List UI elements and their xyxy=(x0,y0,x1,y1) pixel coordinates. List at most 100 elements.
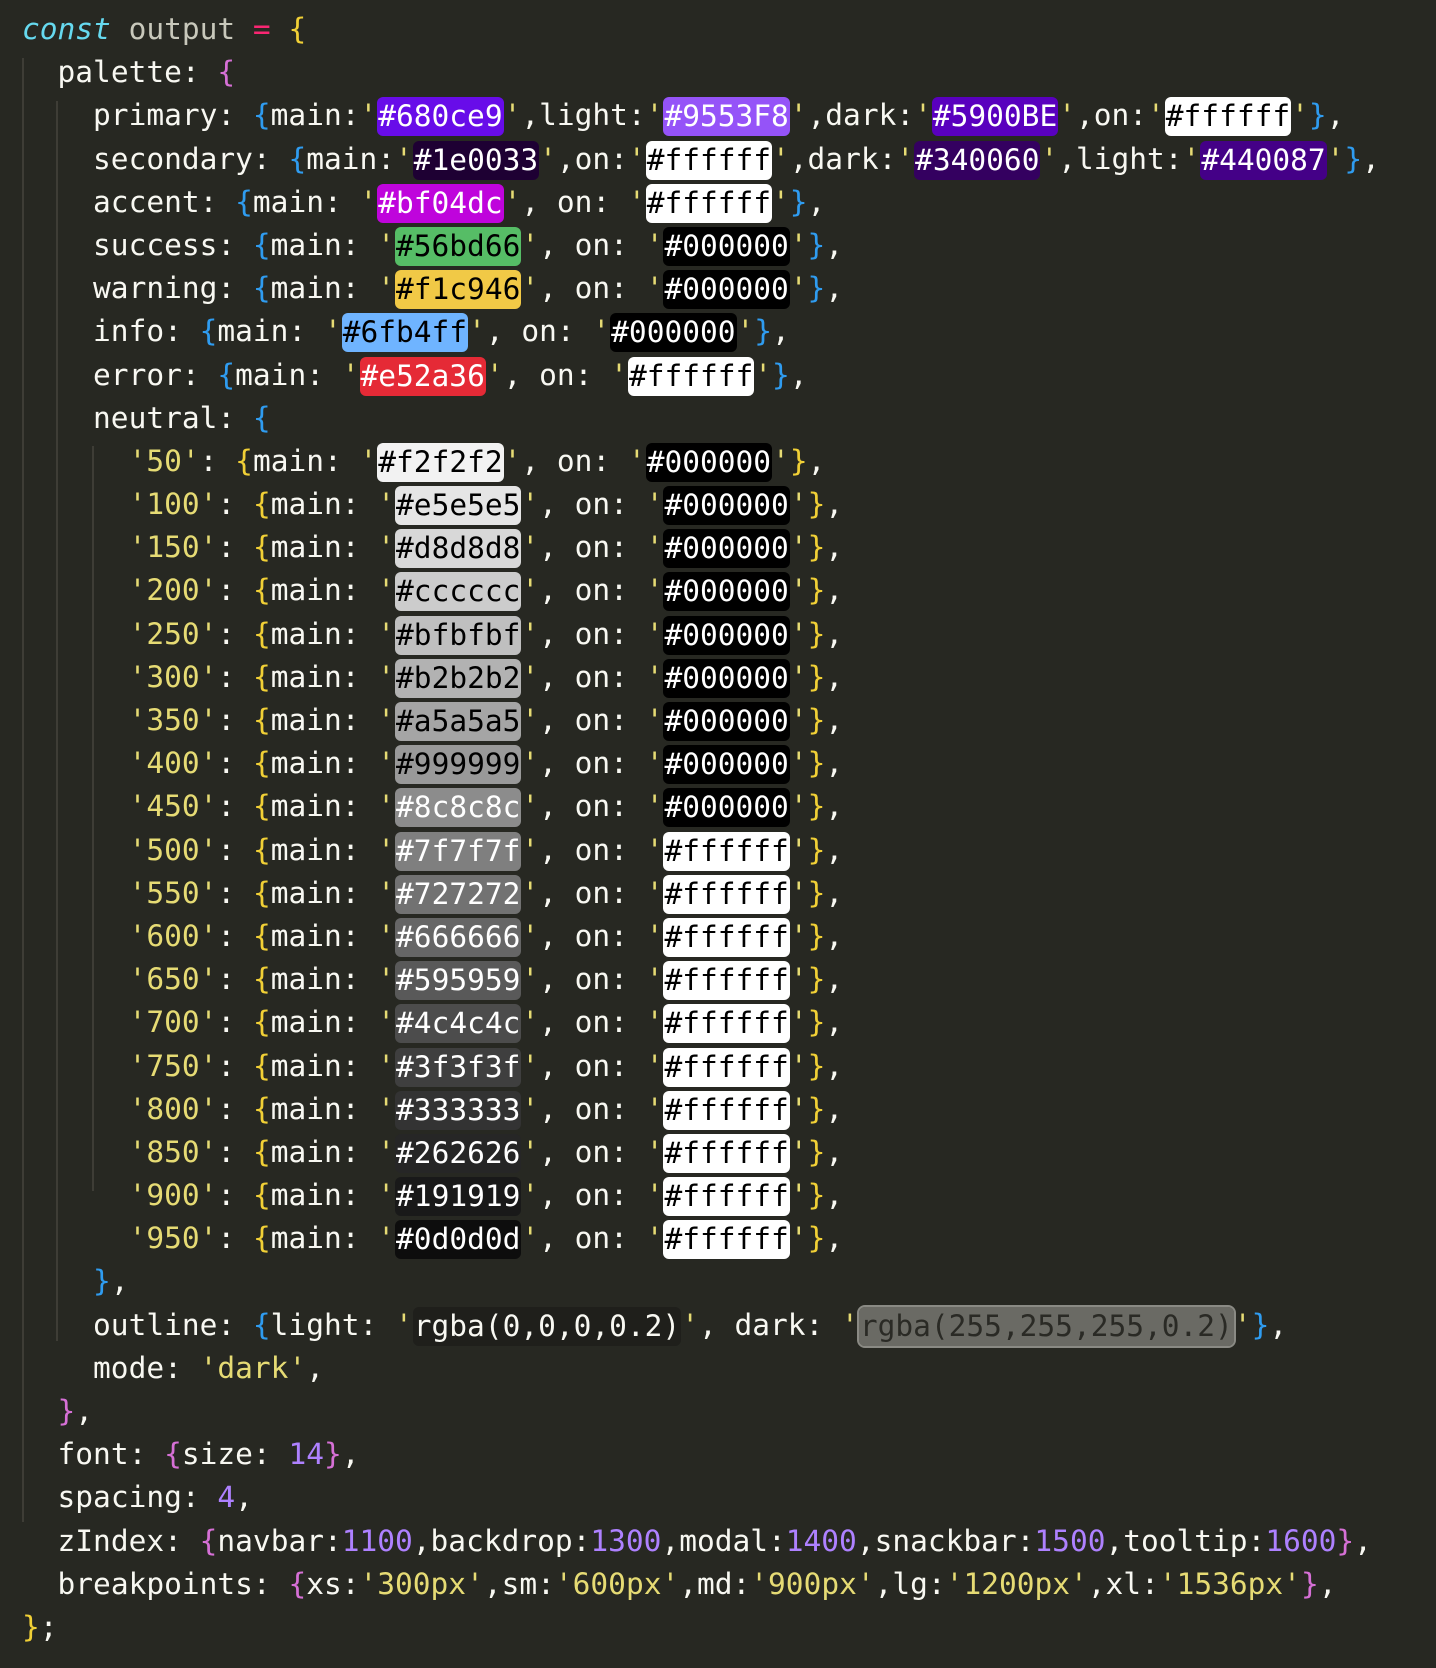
code-line: accent: {main: '#bf04dc', on: '#ffffff'}… xyxy=(22,181,1436,224)
code-token: , xyxy=(825,1178,844,1213)
code-token: ' xyxy=(377,487,396,522)
code-token: main: xyxy=(270,875,378,910)
code-token: { xyxy=(252,1307,271,1342)
code-token: } xyxy=(807,703,826,737)
color-swatch: #000000 xyxy=(663,788,790,828)
code-token: main: xyxy=(270,1005,378,1040)
code-token: ' xyxy=(377,1221,396,1256)
code-token: , xyxy=(825,659,844,694)
code-token: ,on: xyxy=(556,141,628,176)
code-token: ,modal: xyxy=(661,1523,786,1558)
code-token: , xyxy=(825,1221,844,1256)
code-token: ' xyxy=(377,271,396,306)
code-editor[interactable]: const output = { palette: { primary: {ma… xyxy=(22,8,1436,1668)
code-token: { xyxy=(252,487,271,522)
code-token: ' xyxy=(181,443,200,478)
code-token: { xyxy=(199,1523,218,1558)
zindex-value: 1100 xyxy=(341,1523,413,1558)
code-token: } xyxy=(807,1134,826,1169)
code-token: ' xyxy=(199,962,218,997)
code-token: ' xyxy=(1147,98,1165,133)
code-token: ' xyxy=(914,98,932,133)
color-swatch: #a5a5a5 xyxy=(395,702,522,741)
code-token: { xyxy=(252,918,271,953)
code-token: : xyxy=(217,616,253,651)
code-token: main: xyxy=(217,314,324,349)
code-token: main: xyxy=(270,227,378,262)
code-token: , xyxy=(1354,1523,1372,1558)
code-token: } xyxy=(807,1091,826,1126)
code-token: ' xyxy=(128,530,147,565)
code-token: , on: xyxy=(539,616,646,651)
code-token: { xyxy=(252,227,271,262)
code-line: warning: {main: '#f1c946', on: '#000000'… xyxy=(22,267,1436,310)
code-token: , xyxy=(235,1480,253,1515)
code-token: ' xyxy=(377,227,396,262)
code-token: ' xyxy=(521,530,540,565)
code-token: : xyxy=(217,703,253,737)
color-swatch: #727272 xyxy=(395,874,522,914)
code-token: ' xyxy=(377,1048,396,1083)
code-token: ' xyxy=(789,271,808,306)
code-token: } xyxy=(807,746,826,781)
code-token: , on: xyxy=(539,1134,646,1169)
code-token: : xyxy=(217,1178,253,1213)
code-token: , on: xyxy=(503,357,611,392)
code-token: : xyxy=(217,98,253,133)
code-token: ' xyxy=(128,1134,147,1169)
code-token: ,md: xyxy=(679,1566,751,1601)
code-token: main: xyxy=(270,918,378,953)
code-token: ' xyxy=(199,789,218,824)
code-token: , xyxy=(825,1091,844,1126)
code-token: { xyxy=(252,832,271,867)
code-token: ' xyxy=(521,703,540,737)
code-token: ' xyxy=(128,918,147,953)
code-token: , on: xyxy=(539,918,646,953)
code-token: : xyxy=(199,184,236,219)
code-token: main: xyxy=(270,746,378,781)
code-token: : xyxy=(217,271,253,306)
code-token: ,tooltip: xyxy=(1105,1523,1266,1558)
code-token: main: xyxy=(235,357,342,392)
code-token: , xyxy=(825,789,844,824)
code-token: ' xyxy=(789,1221,808,1256)
code-token: ' xyxy=(359,184,378,219)
code-line: '200': {main: '#cccccc', on: '#000000'}, xyxy=(22,569,1436,612)
code-token: } xyxy=(323,1437,342,1472)
zindex-value: 1500 xyxy=(1034,1523,1106,1558)
code-token: , xyxy=(825,1048,844,1083)
color-swatch: #440087 xyxy=(1200,140,1327,180)
code-token: } xyxy=(789,443,808,478)
code-token: ' xyxy=(645,1178,664,1213)
code-line: '450': {main: '#8c8c8c', on: '#000000'}, xyxy=(22,785,1436,828)
code-token: } xyxy=(807,789,826,824)
code-token: } xyxy=(807,573,826,608)
code-token: ' xyxy=(645,789,664,824)
code-token: ' xyxy=(199,659,218,694)
color-swatch: #000000 xyxy=(610,313,737,353)
code-token: } xyxy=(807,616,826,651)
code-token: : xyxy=(181,1480,218,1515)
code-token: ' xyxy=(645,832,664,867)
code-token: { xyxy=(252,616,271,651)
code-token: , on: xyxy=(539,789,646,824)
code-token: ' xyxy=(645,746,664,781)
code-token: : xyxy=(217,400,253,435)
neutral-shade-key: 700 xyxy=(146,1005,200,1040)
code-line: '800': {main: '#333333', on: '#ffffff'}, xyxy=(22,1088,1436,1131)
color-swatch: #ffffff xyxy=(627,356,755,396)
code-token: : xyxy=(217,1134,253,1169)
code-token: , on: xyxy=(539,1221,646,1256)
breakpoint-value: 1200px xyxy=(963,1566,1071,1601)
code-token: ' xyxy=(199,1221,218,1256)
code-token: ' xyxy=(128,616,147,651)
color-swatch: #666666 xyxy=(395,917,522,957)
code-token: ' xyxy=(341,357,360,392)
color-swatch: #ffffff xyxy=(663,1220,790,1260)
code-line: zIndex: {navbar:1100,backdrop:1300,modal… xyxy=(22,1520,1436,1563)
code-token: ' xyxy=(503,184,522,219)
code-token: ' xyxy=(789,918,808,953)
color-swatch: #ffffff xyxy=(1164,97,1292,137)
code-line: '850': {main: '#262626', on: '#ffffff'}, xyxy=(22,1131,1436,1174)
code-token: , on: xyxy=(539,1091,646,1126)
